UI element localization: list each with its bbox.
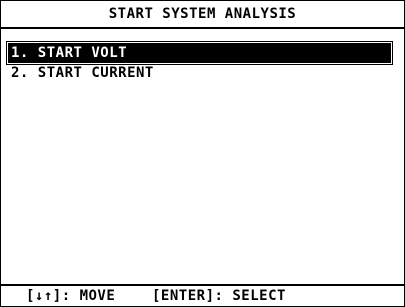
- title-bar: START SYSTEM ANALYSIS: [1, 1, 404, 29]
- menu-list: 1. START VOLT 2. START CURRENT: [6, 41, 393, 83]
- select-hint: [ENTER]: SELECT: [152, 288, 286, 304]
- scanner-screen: START SYSTEM ANALYSIS 1. START VOLT 2. S…: [0, 0, 405, 307]
- screen-title: START SYSTEM ANALYSIS: [108, 6, 297, 22]
- footer-bar: [↓↑]: MOVE [ENTER]: SELECT: [1, 284, 404, 306]
- menu-item-start-volt[interactable]: 1. START VOLT: [6, 41, 393, 65]
- move-hint: [↓↑]: MOVE: [26, 288, 116, 304]
- menu-item-start-current[interactable]: 2. START CURRENT: [8, 63, 391, 83]
